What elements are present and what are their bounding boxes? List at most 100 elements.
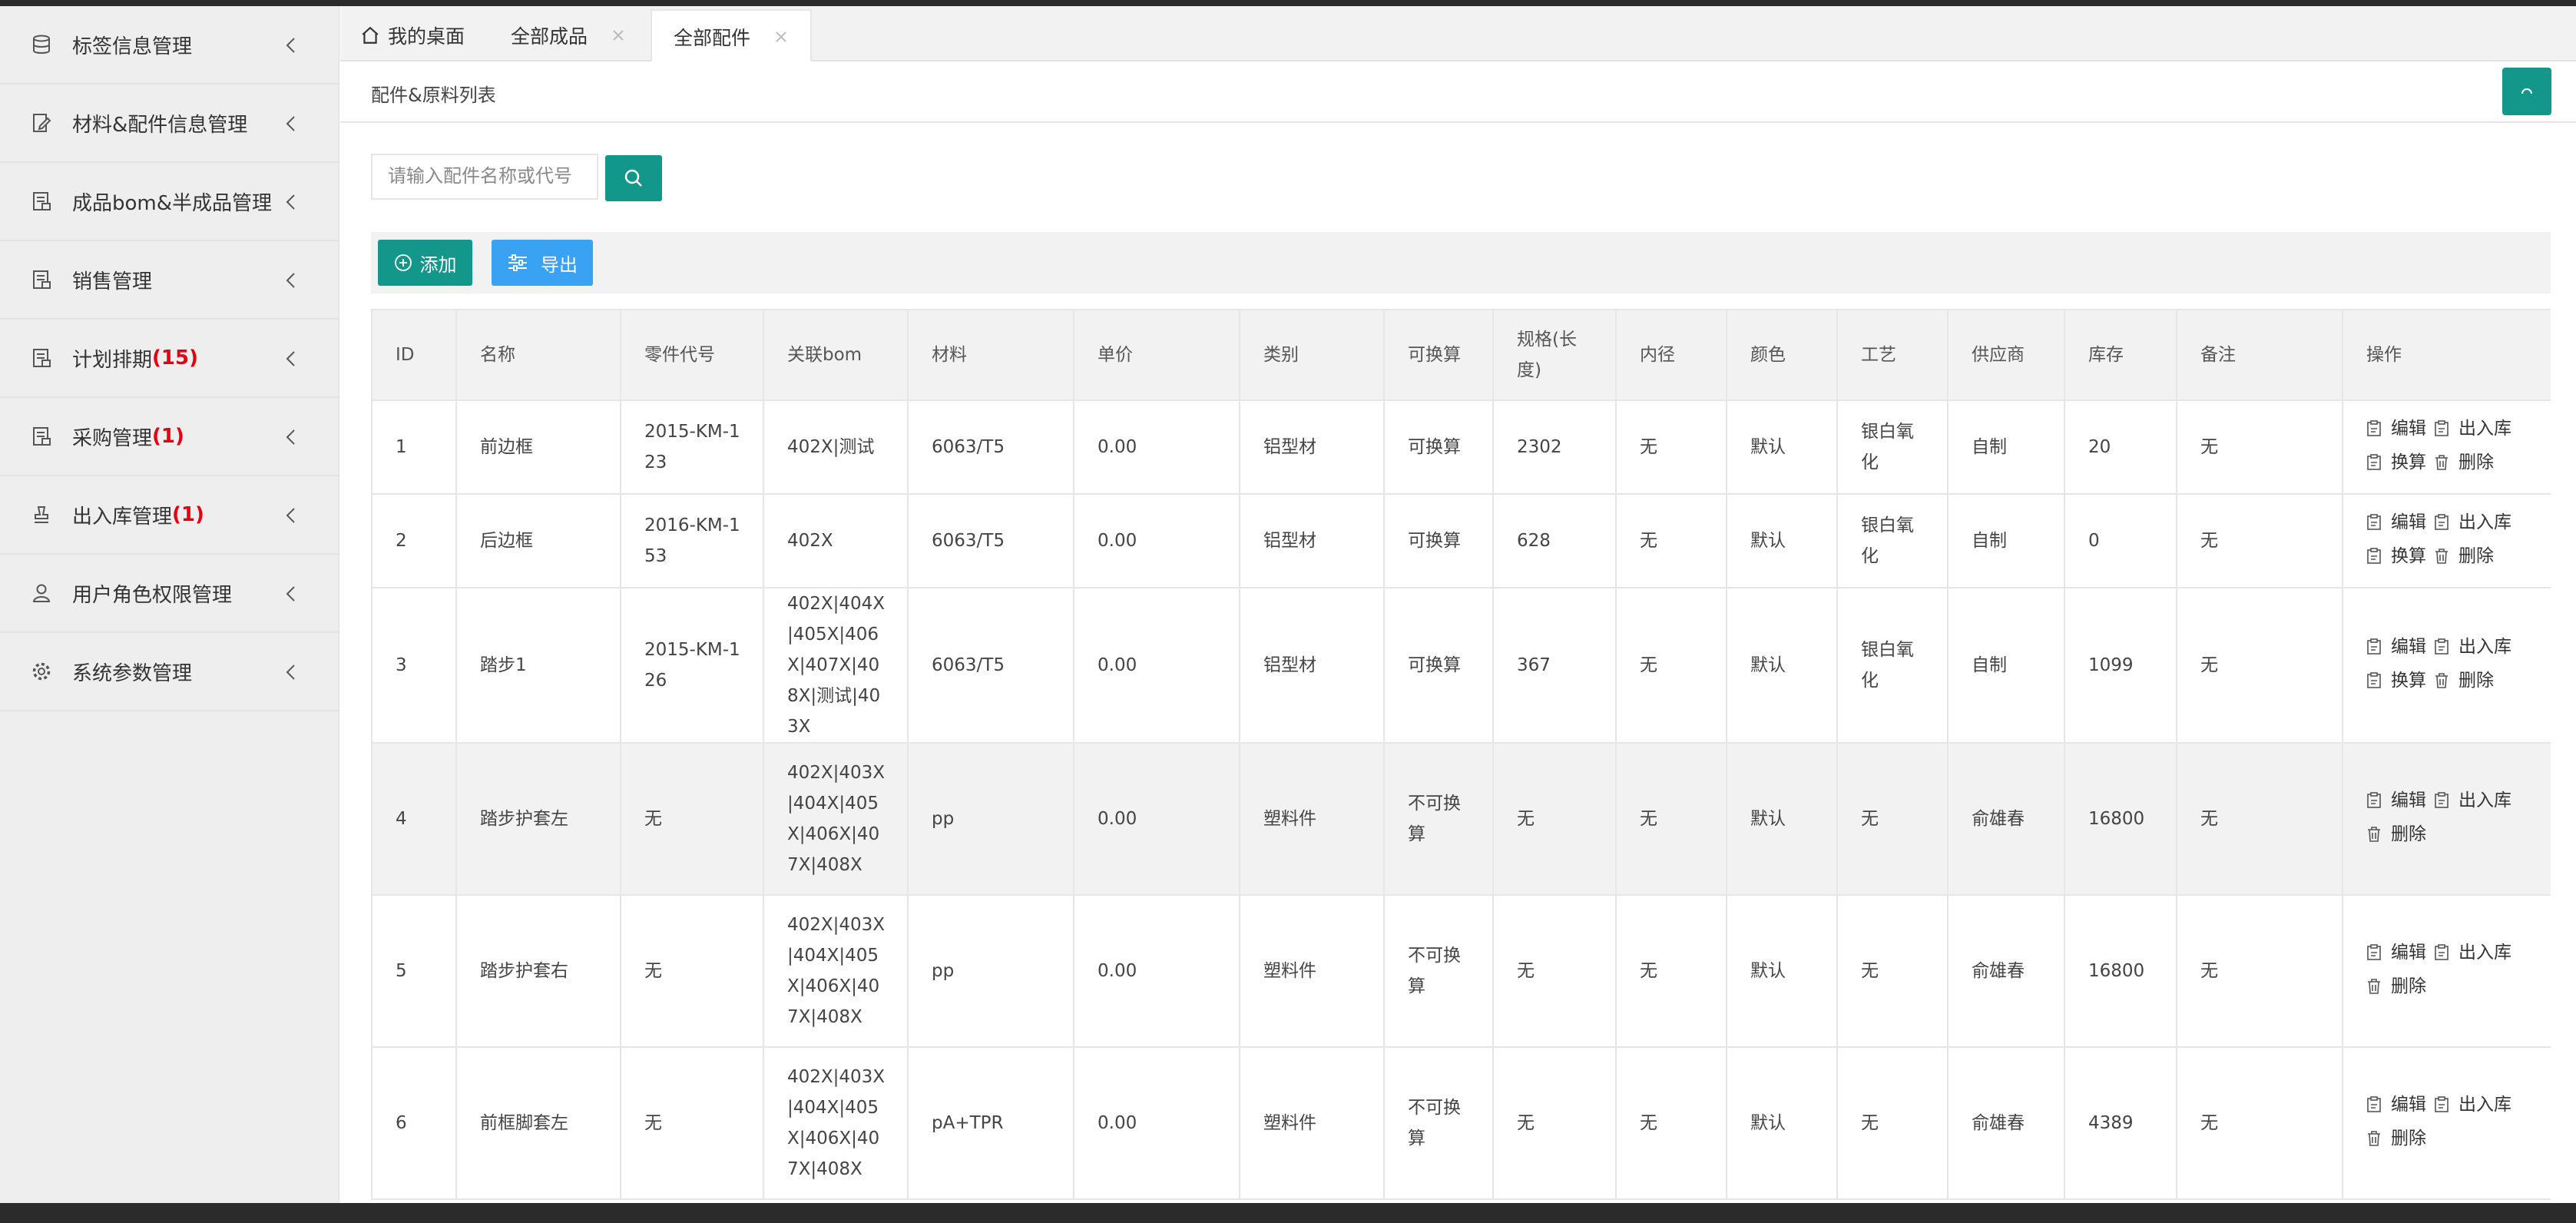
cell-convertible: 不可换算 [1383,742,1494,896]
refresh-button[interactable] [2502,68,2551,115]
chevron-left-icon[interactable] [280,504,303,527]
cell-code: 2015-KM-123 [620,399,764,495]
sidebar-item-8[interactable]: 用户角色权限管理 [0,555,339,633]
chevron-left-icon[interactable] [280,34,303,57]
chevron-left-icon[interactable] [280,661,303,684]
stock-io-button[interactable]: 出入库 [2434,937,2511,968]
sidebar-item-7[interactable]: 出入库管理 (1) [0,476,339,555]
cell-color: 默认 [1726,894,1838,1048]
close-icon[interactable] [611,28,626,43]
cell-material: pp [907,894,1074,1048]
edit-button[interactable]: 编辑 [2366,507,2426,538]
clipboard-icon [2434,638,2454,655]
delete-button[interactable]: 删除 [2366,1123,2426,1154]
cell-note: 无 [2176,399,2343,495]
edit-button[interactable]: 编辑 [2366,631,2426,662]
trash-icon [2366,978,2386,995]
cell-bom: 402X [763,493,909,588]
table-row: 3 踏步1 2015-KM-126 402X|404X|405X|406X|407X|… [371,587,2551,744]
chevron-left-icon[interactable] [280,269,303,292]
cell-material: pA+TPR [907,1046,1074,1200]
cell-category: 铝型材 [1239,493,1385,588]
table-row: 1 前边框 2015-KM-123 402X|测试 6063/T5 0.00 铝型材 可换算 2… [371,399,2551,495]
action-label: 出入库 [2458,637,2511,657]
sidebar-item-3[interactable]: 成品bom&半成品管理 [0,163,339,241]
column-header: 供应商 [1947,309,2065,401]
cell-stock: 16800 [2064,894,2177,1048]
stock-io-button[interactable]: 出入库 [2434,785,2511,816]
stock-io-button[interactable]: 出入库 [2434,413,2511,444]
edit-doc-icon [29,111,54,135]
action-label: 编辑 [2391,637,2426,657]
chevron-left-icon[interactable] [280,426,303,449]
sidebar-item-5[interactable]: 计划排期 (15) [0,320,339,398]
plus-circle-icon [394,254,412,271]
table-row: 5 踏步护套右无 402X|403X|404X|405X|406X|407X|408… [371,894,2551,1048]
chevron-left-icon[interactable] [280,112,303,135]
cell-actions: 编辑 出入库 换算 删除 [2342,493,2551,588]
clipboard-icon [2434,1096,2454,1113]
clipboard-icon [2366,1096,2386,1113]
column-header: 备注 [2176,309,2343,401]
cell-convertible: 可换算 [1383,587,1494,744]
cell-color: 默认 [1726,399,1838,495]
table-row: 6 前框脚套左无 402X|403X|404X|405X|406X|407X|408… [371,1046,2551,1200]
convert-button[interactable]: 换算 [2366,447,2426,478]
gear-icon [29,659,54,684]
doc-icon [29,346,54,370]
doc-icon [29,267,54,292]
add-button[interactable]: 添加 [378,240,472,286]
tab-all-products[interactable]: 全部成品 [511,9,626,61]
action-label: 删除 [2391,1129,2426,1148]
doc-icon [29,424,54,449]
tab-all-parts[interactable]: 全部配件 [651,9,813,63]
chevron-left-icon[interactable] [280,347,303,370]
edit-button[interactable]: 编辑 [2366,937,2426,968]
delete-button[interactable]: 删除 [2366,971,2426,1002]
delete-button[interactable]: 删除 [2434,447,2494,478]
tab-my-desktop[interactable]: 我的桌面 [360,9,465,61]
cell-process: 银白氧化 [1836,399,1949,495]
cell-inner: 无 [1615,587,1727,744]
sidebar-item-2[interactable]: 材料&配件信息管理 [0,85,339,163]
convert-button[interactable]: 换算 [2366,665,2426,696]
search-button[interactable] [605,155,662,201]
clipboard-icon [2434,514,2454,531]
sidebar-item-4[interactable]: 销售管理 [0,241,339,320]
clipboard-icon [2366,792,2386,809]
cell-actions: 编辑 出入库 换算 删除 [2342,399,2551,495]
sidebar-item-label: 销售管理 [72,270,153,293]
cell-price: 0.00 [1073,493,1240,588]
sidebar-item-6[interactable]: 采购管理 (1) [0,398,339,476]
home-icon [362,26,379,44]
chevron-left-icon[interactable] [280,582,303,605]
cell-process: 银白氧化 [1836,587,1949,744]
cell-process: 银白氧化 [1836,493,1949,588]
cell-bom: 402X|测试 [763,399,909,495]
window-bottom-bar [0,1203,2576,1223]
stock-io-button[interactable]: 出入库 [2434,631,2511,662]
chevron-left-icon[interactable] [280,191,303,214]
cell-material: 6063/T5 [907,493,1074,588]
close-icon[interactable] [773,29,789,45]
delete-button[interactable]: 删除 [2366,819,2426,850]
user-icon [29,581,54,605]
search-input[interactable] [371,154,598,200]
delete-button[interactable]: 删除 [2434,541,2494,572]
cell-code: 无 [620,894,764,1048]
cell-material: 6063/T5 [907,587,1074,744]
edit-button[interactable]: 编辑 [2366,1089,2426,1120]
convert-button[interactable]: 换算 [2366,541,2426,572]
action-label: 删除 [2458,671,2494,691]
sidebar-item-1[interactable]: 标签信息管理 [0,6,339,85]
cell-bom: 402X|404X|405X|406X|407X|408X|测试|403X [763,587,909,744]
sidebar-item-9[interactable]: 系统参数管理 [0,633,339,711]
edit-button[interactable]: 编辑 [2366,785,2426,816]
edit-button[interactable]: 编辑 [2366,413,2426,444]
cell-name: 前边框 [455,399,621,495]
stock-io-button[interactable]: 出入库 [2434,507,2511,538]
refresh-icon [2521,88,2532,94]
stock-io-button[interactable]: 出入库 [2434,1089,2511,1120]
export-button[interactable]: 导出 [492,240,593,286]
delete-button[interactable]: 删除 [2434,665,2494,696]
